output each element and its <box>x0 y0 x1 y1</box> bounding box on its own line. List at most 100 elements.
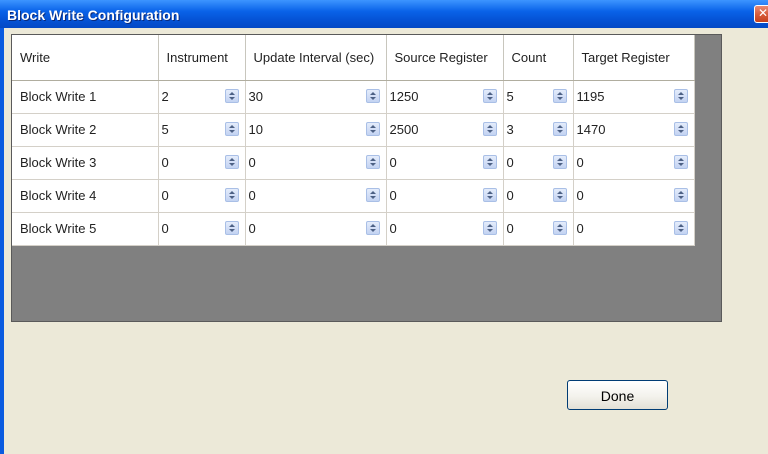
table-row: Block Write 2 5 10 2500 3 1470 <box>12 113 695 147</box>
update-interval-value[interactable]: 0 <box>249 155 256 170</box>
update-interval-spinbox[interactable]: 10 <box>246 114 386 146</box>
column-header-count[interactable]: Count <box>503 35 574 81</box>
source-register-spinbox[interactable]: 2500 <box>387 114 503 146</box>
source-register-value[interactable]: 2500 <box>390 122 419 137</box>
dialog-window: Block Write Configuration ✕ Write Instru… <box>0 0 768 454</box>
spinner-arrows-icon[interactable] <box>673 121 688 136</box>
instrument-spinbox[interactable]: 0 <box>159 213 245 245</box>
close-button[interactable]: ✕ <box>754 5 768 23</box>
table-row: Block Write 400000 <box>12 179 695 213</box>
update-interval-cell: 0 <box>245 212 387 246</box>
source-register-spinbox[interactable]: 0 <box>387 213 503 245</box>
column-header-source-register[interactable]: Source Register <box>386 35 504 81</box>
spinner-arrows-icon[interactable] <box>552 154 567 169</box>
instrument-spinbox[interactable]: 5 <box>159 114 245 146</box>
target-register-value[interactable]: 1470 <box>577 122 606 137</box>
spinner-arrows-icon[interactable] <box>673 154 688 169</box>
spinner-arrows-icon[interactable] <box>365 220 380 235</box>
target-register-value[interactable]: 0 <box>577 221 584 236</box>
source-register-value[interactable]: 0 <box>390 188 397 203</box>
source-register-spinbox[interactable]: 1250 <box>387 81 503 113</box>
update-interval-value[interactable]: 10 <box>249 122 263 137</box>
count-value[interactable]: 0 <box>507 188 514 203</box>
instrument-spinbox[interactable]: 0 <box>159 180 245 212</box>
count-value[interactable]: 3 <box>507 122 514 137</box>
update-interval-spinbox[interactable]: 0 <box>246 147 386 179</box>
target-register-spinbox[interactable]: 1470 <box>574 114 694 146</box>
update-interval-value[interactable]: 0 <box>249 221 256 236</box>
spinner-arrows-icon[interactable] <box>482 88 497 103</box>
spinner-arrows-icon[interactable] <box>224 121 239 136</box>
target-register-value[interactable]: 1195 <box>577 89 605 104</box>
count-cell: 3 <box>503 113 574 147</box>
instrument-spinbox[interactable]: 2 <box>159 81 245 113</box>
source-register-cell: 2500 <box>386 113 504 147</box>
source-register-spinbox[interactable]: 0 <box>387 147 503 179</box>
count-value[interactable]: 0 <box>507 155 514 170</box>
done-button[interactable]: Done <box>567 380 668 410</box>
instrument-value[interactable]: 5 <box>162 122 169 137</box>
instrument-value[interactable]: 0 <box>162 188 169 203</box>
count-spinbox[interactable]: 0 <box>504 147 573 179</box>
instrument-value[interactable]: 0 <box>162 221 169 236</box>
target-register-spinbox[interactable]: 0 <box>574 147 694 179</box>
target-register-value[interactable]: 0 <box>577 155 584 170</box>
window-border <box>0 28 4 454</box>
target-register-spinbox[interactable]: 0 <box>574 180 694 212</box>
source-register-cell: 0 <box>386 212 504 246</box>
target-register-cell: 1195 <box>573 80 695 114</box>
count-spinbox[interactable]: 0 <box>504 180 573 212</box>
update-interval-spinbox[interactable]: 0 <box>246 180 386 212</box>
spinner-arrows-icon[interactable] <box>482 121 497 136</box>
count-cell: 0 <box>503 179 574 213</box>
spinner-arrows-icon[interactable] <box>673 187 688 202</box>
spinner-arrows-icon[interactable] <box>224 220 239 235</box>
count-value[interactable]: 5 <box>507 89 514 104</box>
spinner-arrows-icon[interactable] <box>673 220 688 235</box>
spinner-arrows-icon[interactable] <box>365 88 380 103</box>
spinner-arrows-icon[interactable] <box>482 187 497 202</box>
title-bar[interactable]: Block Write Configuration ✕ <box>0 0 768 28</box>
count-value[interactable]: 0 <box>507 221 514 236</box>
column-header-write[interactable]: Write <box>12 35 159 81</box>
update-interval-value[interactable]: 30 <box>249 89 263 104</box>
column-header-target-register[interactable]: Target Register <box>573 35 695 81</box>
spinner-arrows-icon[interactable] <box>552 121 567 136</box>
count-spinbox[interactable]: 0 <box>504 213 573 245</box>
target-register-value[interactable]: 0 <box>577 188 584 203</box>
instrument-spinbox[interactable]: 0 <box>159 147 245 179</box>
spinner-arrows-icon[interactable] <box>224 88 239 103</box>
spinner-arrows-icon[interactable] <box>552 220 567 235</box>
spinner-arrows-icon[interactable] <box>365 121 380 136</box>
spinner-arrows-icon[interactable] <box>224 154 239 169</box>
block-write-grid[interactable]: Write Instrument Update Interval (sec) S… <box>11 34 722 322</box>
instrument-cell: 2 <box>158 80 246 114</box>
spinner-arrows-icon[interactable] <box>673 88 688 103</box>
source-register-spinbox[interactable]: 0 <box>387 180 503 212</box>
instrument-value[interactable]: 0 <box>162 155 169 170</box>
count-spinbox[interactable]: 3 <box>504 114 573 146</box>
count-cell: 5 <box>503 80 574 114</box>
target-register-spinbox[interactable]: 1195 <box>574 81 694 113</box>
spinner-arrows-icon[interactable] <box>365 154 380 169</box>
row-label: Block Write 5 <box>12 212 159 246</box>
source-register-value[interactable]: 0 <box>390 155 397 170</box>
update-interval-spinbox[interactable]: 30 <box>246 81 386 113</box>
column-header-instrument[interactable]: Instrument <box>158 35 246 81</box>
spinner-arrows-icon[interactable] <box>365 187 380 202</box>
target-register-cell: 0 <box>573 146 695 180</box>
update-interval-spinbox[interactable]: 0 <box>246 213 386 245</box>
column-header-update-interval[interactable]: Update Interval (sec) <box>245 35 387 81</box>
spinner-arrows-icon[interactable] <box>482 220 497 235</box>
instrument-value[interactable]: 2 <box>162 89 169 104</box>
count-spinbox[interactable]: 5 <box>504 81 573 113</box>
spinner-arrows-icon[interactable] <box>224 187 239 202</box>
spinner-arrows-icon[interactable] <box>482 154 497 169</box>
source-register-value[interactable]: 1250 <box>390 89 419 104</box>
update-interval-value[interactable]: 0 <box>249 188 256 203</box>
target-register-spinbox[interactable]: 0 <box>574 213 694 245</box>
spinner-arrows-icon[interactable] <box>552 187 567 202</box>
source-register-cell: 1250 <box>386 80 504 114</box>
source-register-value[interactable]: 0 <box>390 221 397 236</box>
spinner-arrows-icon[interactable] <box>552 88 567 103</box>
